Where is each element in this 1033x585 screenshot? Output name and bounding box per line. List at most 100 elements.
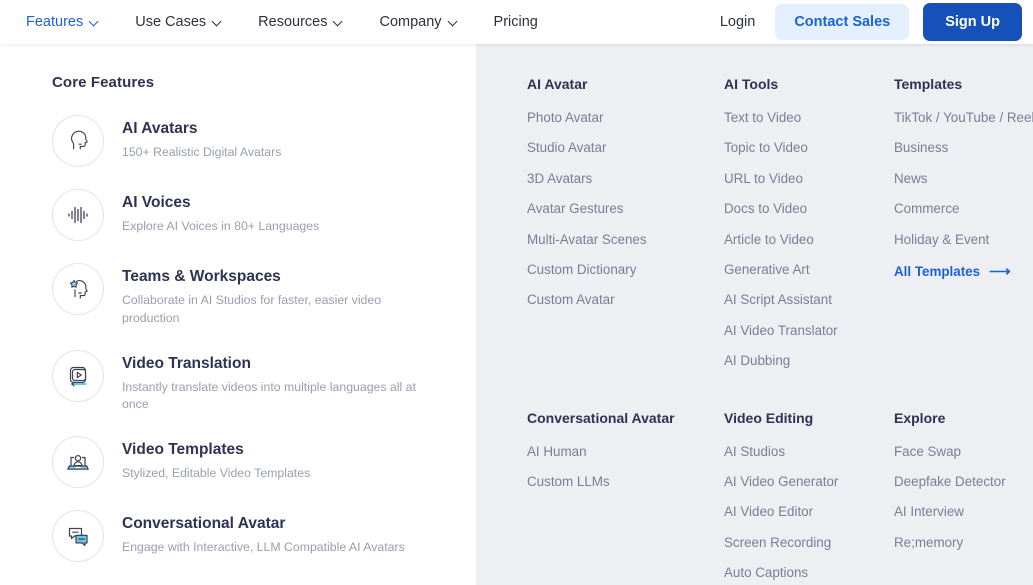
link-label: URL to Video <box>724 170 803 186</box>
laptop-person-icon <box>52 436 104 489</box>
core-feature-item-video-templates[interactable]: Video Templates Stylized, Editable Video … <box>52 436 476 489</box>
core-feature-text: Video Templates Stylized, Editable Video … <box>122 436 310 483</box>
link-topic-to-video[interactable]: Topic to Video <box>724 141 894 154</box>
link-photo-avatar[interactable]: Photo Avatar <box>527 111 724 124</box>
link-label: Custom LLMs <box>527 474 610 490</box>
audio-waveform-icon <box>52 189 104 241</box>
mega-menu-links-panel: AI Avatar Photo Avatar Studio Avatar 3D Ava… <box>476 44 1033 585</box>
link-column-explore: Explore Face Swap Deepfake Detector AI Inte… <box>894 410 1033 580</box>
link-holiday-event[interactable]: Holiday & Event <box>894 231 1033 247</box>
core-feature-description: Instantly translate videos into multiple… <box>122 379 416 412</box>
nav-item-resources[interactable]: Resources <box>240 0 361 44</box>
nav-item-company[interactable]: Company <box>361 0 475 44</box>
link-deepfake-detector[interactable]: Deepfake Detector <box>894 475 1033 488</box>
core-feature-item-ai-avatars[interactable]: AI Avatars 150+ Realistic Digital Avatars <box>52 115 476 167</box>
link-label: TikTok / YouTube / Reels <box>894 110 1033 125</box>
link-generative-art[interactable]: Generative Art <box>724 263 894 276</box>
link-ai-human[interactable]: AI Human <box>527 443 724 459</box>
link-label: AI Human <box>527 443 587 459</box>
link-avatar-gestures[interactable]: Avatar Gestures <box>527 202 724 215</box>
link-auto-captions[interactable]: Auto Captions <box>724 566 894 579</box>
link-commerce[interactable]: Commerce <box>894 202 1033 215</box>
link-label: Custom Avatar <box>527 292 615 308</box>
link-label: Custom Dictionary <box>527 262 637 278</box>
core-feature-item-teams-workspaces[interactable]: Teams & Workspaces Collaborate in AI Stud… <box>52 263 476 328</box>
link-column-conversational-avatar: Conversational Avatar AI Human Custom LLMs <box>527 410 724 580</box>
link-label: 3D Avatars <box>527 170 593 186</box>
chevron-down-icon <box>449 17 458 26</box>
link-text-to-video[interactable]: Text to Video <box>724 111 894 124</box>
nav-item-use-cases[interactable]: Use Cases <box>117 0 240 44</box>
link-label: Holiday & Event <box>894 231 990 247</box>
nav-actions: Login Contact Sales Sign Up <box>700 3 1033 41</box>
nav-item-label: Company <box>379 14 442 30</box>
link-label: AI Script Assistant <box>724 292 832 308</box>
nav-item-label: Features <box>26 14 84 30</box>
core-feature-text: AI Voices Explore AI Voices in 80+ Langua… <box>122 189 319 236</box>
link-label: AI Studios <box>724 443 786 459</box>
link-column-heading: Templates <box>894 76 963 92</box>
link-docs-to-video[interactable]: Docs to Video <box>724 202 894 215</box>
signup-button[interactable]: Sign Up <box>923 3 1022 41</box>
link-label: News <box>894 170 928 186</box>
link-label: Article to Video <box>724 231 814 247</box>
core-feature-item-ai-voices[interactable]: AI Voices Explore AI Voices in 80+ Langua… <box>52 189 476 241</box>
link-business[interactable]: Business <box>894 141 1033 154</box>
link-ai-script-assistant[interactable]: AI Script Assistant <box>724 293 894 306</box>
link-ai-dubbing[interactable]: AI Dubbing <box>724 354 894 367</box>
link-face-swap[interactable]: Face Swap <box>894 443 1033 459</box>
link-ai-video-translator[interactable]: AI Video Translator <box>724 324 894 337</box>
link-label: Re;memory <box>894 534 964 550</box>
video-translate-icon <box>52 349 104 402</box>
link-label: Face Swap <box>894 443 961 459</box>
link-ai-video-generator[interactable]: AI Video Generator <box>724 475 894 488</box>
link-studio-avatar[interactable]: Studio Avatar <box>527 141 724 154</box>
link-url-to-video[interactable]: URL to Video <box>724 172 894 185</box>
core-feature-text: Conversational Avatar Engage with Interac… <box>122 510 405 557</box>
core-feature-title: Video Translation <box>122 354 251 372</box>
link-label: AI Video Translator <box>724 322 838 338</box>
link-ai-studios[interactable]: AI Studios <box>724 443 894 459</box>
link-news[interactable]: News <box>894 172 1033 185</box>
nav-item-pricing[interactable]: Pricing <box>476 0 556 44</box>
link-ai-video-editor[interactable]: AI Video Editor <box>724 505 894 518</box>
link-article-to-video[interactable]: Article to Video <box>724 231 894 247</box>
nav-item-label: Pricing <box>493 14 538 30</box>
core-feature-title: Video Templates <box>122 441 244 459</box>
link-label: Screen Recording <box>724 534 832 550</box>
link-label: Commerce <box>894 201 960 217</box>
core-feature-text: Video Translation Instantly translate vid… <box>122 350 432 415</box>
chevron-down-icon <box>334 17 343 26</box>
top-navigation-bar: Features Use Cases Resources Company Pricing… <box>0 0 1033 44</box>
link-label: Docs to Video <box>724 201 808 217</box>
link-multi-avatar-scenes[interactable]: Multi-Avatar Scenes <box>527 231 724 247</box>
link-all-templates[interactable]: All Templates ⟶ <box>894 264 1011 279</box>
nav-item-features[interactable]: Features <box>8 0 117 44</box>
link-screen-recording[interactable]: Screen Recording <box>724 536 894 549</box>
login-link[interactable]: Login <box>700 14 775 30</box>
link-tiktok-youtube-reels[interactable]: TikTok / YouTube / Reels <box>894 111 1033 124</box>
core-feature-description: Collaborate in AI Studios for faster, ea… <box>122 293 382 325</box>
link-ai-interview[interactable]: AI Interview <box>894 505 1033 518</box>
chat-bubbles-icon <box>52 510 104 563</box>
link-custom-avatar[interactable]: Custom Avatar <box>527 293 724 306</box>
core-feature-text: AI Avatars 150+ Realistic Digital Avatars <box>122 115 281 162</box>
core-feature-title: AI Voices <box>122 194 191 211</box>
link-label: Multi-Avatar Scenes <box>527 231 647 247</box>
link-label: Text to Video <box>724 110 802 125</box>
contact-sales-button[interactable]: Contact Sales <box>775 4 910 40</box>
link-column-heading: AI Avatar <box>527 76 588 92</box>
link-re-memory[interactable]: Re;memory <box>894 536 1033 549</box>
core-feature-item-video-translation[interactable]: Video Translation Instantly translate vid… <box>52 349 476 415</box>
link-custom-dictionary[interactable]: Custom Dictionary <box>527 263 724 276</box>
core-feature-item-conversational-avatar[interactable]: Conversational Avatar Engage with Interac… <box>52 510 476 563</box>
link-label: Generative Art <box>724 262 810 278</box>
link-custom-llms[interactable]: Custom LLMs <box>527 475 724 488</box>
features-mega-menu-panel: Core Features AI Avatars 150+ Realistic D… <box>0 44 1033 585</box>
chevron-down-icon <box>213 17 222 26</box>
core-feature-title: Conversational Avatar <box>122 515 286 533</box>
primary-nav-links: Features Use Cases Resources Company Pricing <box>8 0 556 44</box>
link-label: Studio Avatar <box>527 140 607 156</box>
link-column-video-editing: Video Editing AI Studios AI Video Generato… <box>724 410 894 580</box>
link-3d-avatars[interactable]: 3D Avatars <box>527 172 724 185</box>
